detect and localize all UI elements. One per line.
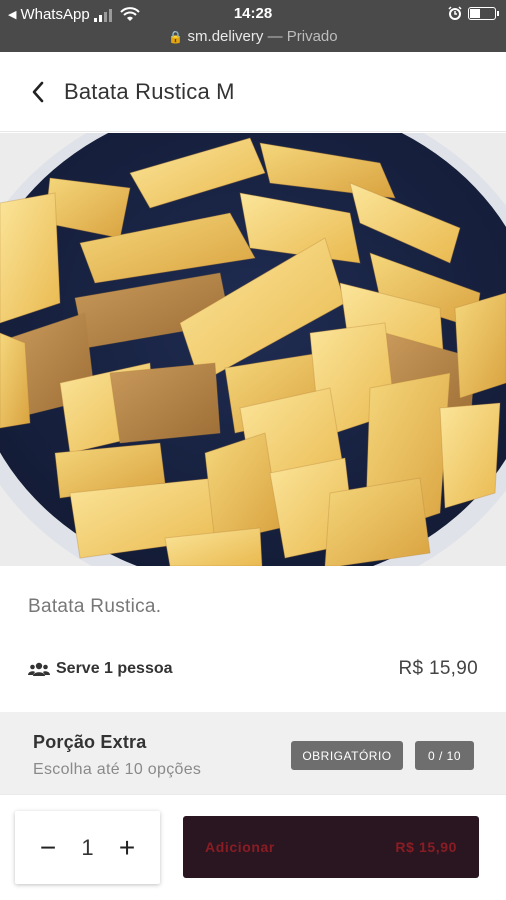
quantity-value: 1 [81,834,94,860]
status-bar-right [448,6,499,20]
bottom-action-bar: − 1 + Adicionar R$ 15,90 [0,794,506,900]
chevron-left-icon [32,81,44,102]
back-button[interactable] [18,72,58,112]
status-time: 14:28 [233,5,273,22]
page-title: Batata Rustica M [64,78,235,104]
status-bar: ◀ WhatsApp 14:28 🔒 sm.delivery — Privado [0,0,506,52]
quantity-stepper: − 1 + [15,811,160,884]
required-badge: OBRIGATÓRIO [291,741,403,770]
product-image [0,133,506,566]
fries-image [0,133,506,566]
serves-label: Serve 1 pessoa [56,660,173,677]
extra-title: Porção Extra [33,732,147,752]
extra-subtitle: Escolha até 10 opções [33,761,202,778]
url-bar[interactable]: 🔒 sm.delivery — Privado [0,28,506,45]
product-price: R$ 15,90 [398,658,478,679]
privacy-label: Privado [286,28,338,45]
battery-icon [468,6,499,20]
serves-info: Serve 1 pessoa [28,660,173,678]
url-text: sm.delivery [187,28,264,45]
add-button-price: R$ 15,90 [395,839,457,855]
product-description: Batata Rustica. [28,596,162,617]
lock-icon: 🔒 [168,30,184,44]
selection-count-badge: 0 / 10 [415,741,474,770]
users-icon [28,662,50,676]
increment-button[interactable]: + [116,833,138,862]
add-button-label: Adicionar [205,839,275,855]
alarm-icon [448,6,462,20]
extra-portion-section[interactable]: Porção Extra Escolha até 10 opções OBRIG… [0,712,506,794]
url-separator: — [267,28,283,45]
serves-row: Serve 1 pessoa R$ 15,90 [28,656,478,682]
add-to-cart-button[interactable]: Adicionar R$ 15,90 [183,816,479,878]
page-header: Batata Rustica M [0,52,506,132]
decrement-button[interactable]: − [37,833,59,862]
